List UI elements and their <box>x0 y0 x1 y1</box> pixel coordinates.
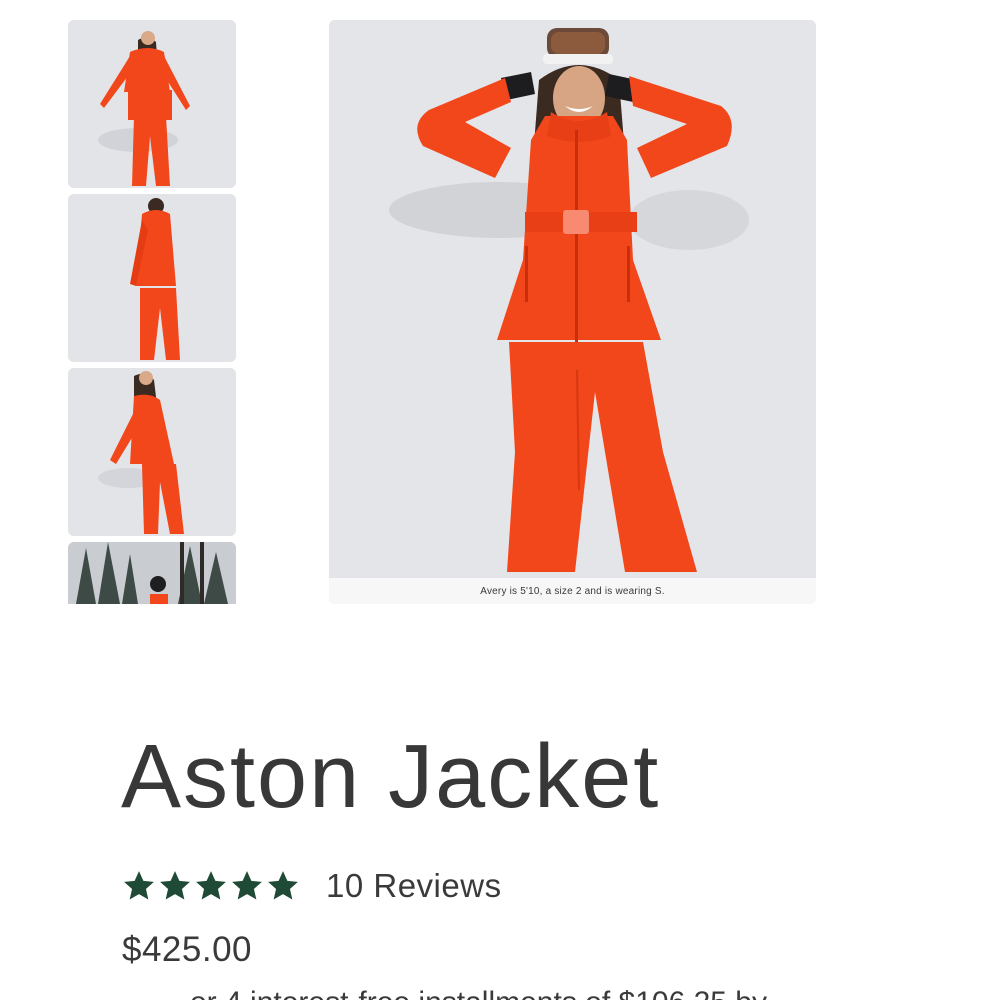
thumbnail-back-view[interactable] <box>68 194 236 362</box>
star-icon <box>268 871 298 900</box>
thumbnail-front-pose-image <box>68 20 236 188</box>
product-page: Avery is 5'10, a size 2 and is wearing S… <box>0 0 1000 1000</box>
main-product-photo <box>329 20 816 578</box>
thumbnail-side-pose-image <box>68 368 236 536</box>
main-product-image[interactable]: Avery is 5'10, a size 2 and is wearing S… <box>329 20 816 604</box>
star-icon <box>124 871 154 900</box>
thumbnail-back-view-image <box>68 194 236 362</box>
rating-row: 10 Reviews <box>122 864 502 908</box>
product-price: $425.00 <box>122 930 253 969</box>
image-caption-bar: Avery is 5'10, a size 2 and is wearing S… <box>329 578 816 604</box>
reviews-link[interactable]: 10 Reviews <box>326 867 502 905</box>
thumbnail-outdoor-snow[interactable] <box>68 542 236 604</box>
thumbnail-front-pose[interactable] <box>68 20 236 188</box>
installments-text: or 4 interest-free installments of $106.… <box>190 986 767 1000</box>
star-rating[interactable] <box>122 869 300 903</box>
star-icon <box>232 871 262 900</box>
star-icon <box>196 871 226 900</box>
thumbnail-side-pose[interactable] <box>68 368 236 536</box>
star-icon <box>160 871 190 900</box>
thumbnail-outdoor-snow-image <box>68 542 236 604</box>
model-size-caption: Avery is 5'10, a size 2 and is wearing S… <box>480 585 665 597</box>
product-title: Aston Jacket <box>121 727 661 827</box>
